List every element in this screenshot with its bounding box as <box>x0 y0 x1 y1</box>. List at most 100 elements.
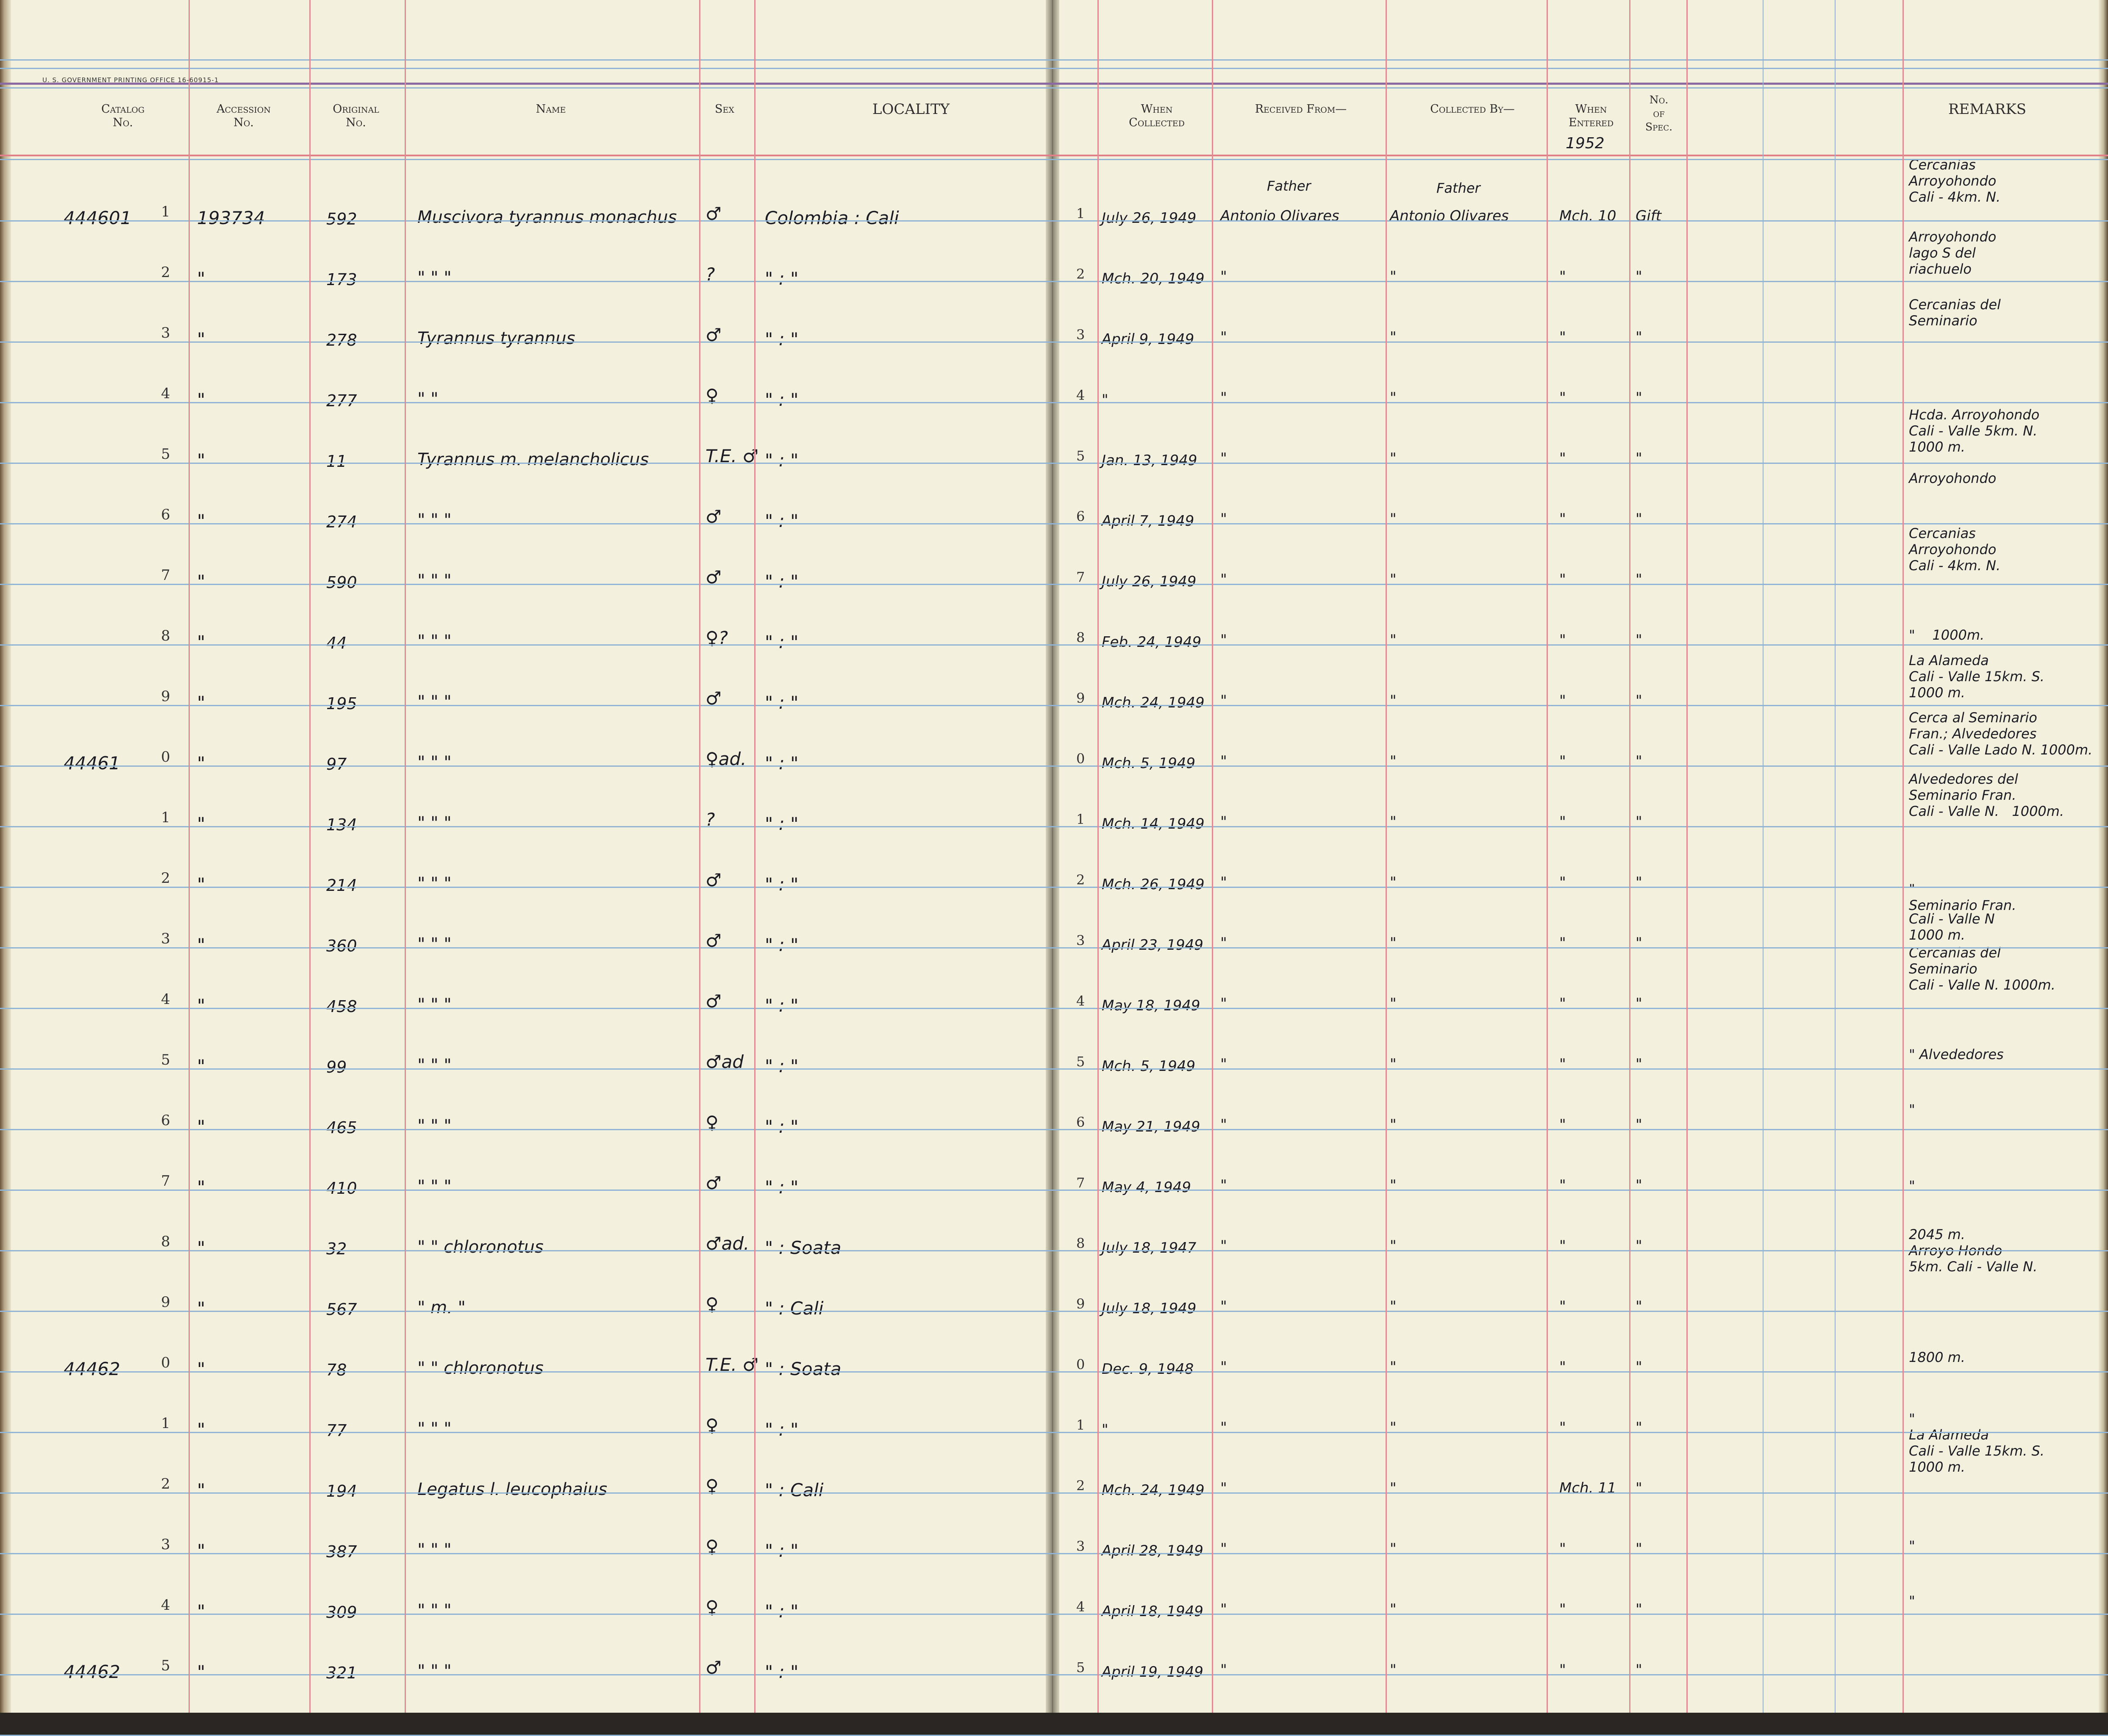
collected-by: " <box>1390 268 1397 285</box>
received-from: " <box>1220 935 1227 951</box>
catalog-prefix: 444601 <box>64 208 132 228</box>
no-of-specimens: " <box>1636 874 1642 891</box>
received-from: " <box>1220 571 1227 588</box>
received-from: " <box>1220 450 1227 467</box>
species-name: " " chloronotus <box>417 1237 544 1257</box>
remark-entry: " La Alameda Cali - Valle 15km. S. 1000 … <box>1909 1411 2044 1475</box>
remark-entry: 1800 m. <box>1909 1349 1965 1365</box>
accession-no: " <box>197 1480 206 1500</box>
column-rule <box>1386 0 1387 1713</box>
when-entered: " <box>1559 813 1566 830</box>
row-rule <box>0 887 2108 888</box>
accession-no: " <box>197 1056 206 1076</box>
header-when-collected: When Collected <box>1129 103 1185 129</box>
row-number: 2 <box>1076 1478 1085 1494</box>
no-of-specimens: " <box>1636 1056 1642 1073</box>
accession-no: " <box>197 1601 206 1622</box>
row-rule <box>0 1008 2108 1009</box>
original-no: 309 <box>326 1603 357 1622</box>
remark-entry: " <box>1909 1178 1915 1194</box>
row-number: 3 <box>1076 1538 1085 1554</box>
faint-column-rule <box>1835 0 1836 1713</box>
accession-no: " <box>197 874 206 895</box>
collected-by: " <box>1390 510 1397 527</box>
date-collected: Mch. 5, 1949 <box>1102 755 1195 772</box>
collected-by: " <box>1390 1359 1397 1375</box>
column-rule <box>189 0 190 1713</box>
species-name: " " " <box>417 632 452 651</box>
original-no: 465 <box>326 1118 357 1137</box>
species-name: " " chloronotus <box>417 1359 544 1378</box>
when-entered: " <box>1559 692 1566 709</box>
species-name: " " " <box>417 874 452 893</box>
species-name: Tyrannus tyrannus <box>417 329 575 348</box>
when-entered: " <box>1559 1359 1566 1375</box>
collected-by: " <box>1390 1177 1397 1194</box>
locality: " : " <box>765 753 799 774</box>
accession-no: " <box>197 1540 206 1561</box>
column-rule <box>754 0 755 1713</box>
original-no: 195 <box>326 694 357 713</box>
received-from: " <box>1220 1116 1227 1133</box>
when-entered: " <box>1559 753 1566 770</box>
received-from: " <box>1220 1540 1227 1557</box>
top-rule-1 <box>0 59 2108 61</box>
collected-by: " <box>1390 1237 1397 1254</box>
received-from: " <box>1220 1480 1227 1497</box>
row-rule <box>0 1371 2108 1373</box>
date-collected: July 26, 1949 <box>1102 573 1197 590</box>
when-entered: " <box>1559 1056 1566 1073</box>
date-collected: April 9, 1949 <box>1102 331 1194 348</box>
row-rule <box>0 281 2108 282</box>
original-no: 387 <box>326 1542 357 1561</box>
no-of-specimens: " <box>1636 1661 1642 1678</box>
header-top-rule <box>0 83 2108 85</box>
received-from: " <box>1220 510 1227 527</box>
received-from: " <box>1220 1419 1227 1436</box>
collected-by: " <box>1390 389 1397 406</box>
no-of-specimens: " <box>1636 1601 1642 1618</box>
species-name: " " " <box>417 1540 452 1560</box>
accession-no: " <box>197 571 206 592</box>
accession-no: " <box>197 753 206 774</box>
date-collected: Mch. 5, 1949 <box>1102 1058 1195 1075</box>
no-of-specimens: Gift <box>1636 208 1662 225</box>
header-original-no: Original No. <box>333 103 379 129</box>
species-name: " " " <box>417 935 452 954</box>
row-rule <box>0 220 2108 222</box>
when-entered: " <box>1559 874 1566 891</box>
header-bottom-rule-blue <box>0 159 2108 160</box>
original-no: 32 <box>326 1240 347 1258</box>
catalog-digit: 1 <box>161 203 170 220</box>
received-from: Antonio Olivares <box>1220 208 1339 225</box>
row-number: 3 <box>1076 932 1085 948</box>
accession-no: " <box>197 1298 206 1319</box>
accession-no: " <box>197 935 206 955</box>
received-from: " <box>1220 753 1227 770</box>
row-number: 0 <box>1076 751 1085 767</box>
original-no: 590 <box>326 573 357 592</box>
locality: " : " <box>765 813 799 834</box>
row-rule <box>0 584 2108 585</box>
when-entered: " <box>1559 1540 1566 1557</box>
remark-entry: " Alvededores <box>1909 1046 2004 1062</box>
catalog-digit: 9 <box>161 688 170 705</box>
received-from: " <box>1220 995 1227 1012</box>
catalog-digit: 3 <box>161 1536 170 1553</box>
header-name: Name <box>536 103 566 116</box>
original-no: 77 <box>326 1421 347 1440</box>
original-no: 277 <box>326 391 357 410</box>
species-name: " " " <box>417 1661 452 1681</box>
row-rule <box>0 705 2108 706</box>
row-rule <box>0 1311 2108 1312</box>
locality: " : " <box>765 329 799 349</box>
locality: " : Soata <box>765 1237 842 1258</box>
row-rule <box>0 1674 2108 1675</box>
column-rule <box>699 0 700 1713</box>
date-collected: " <box>1102 391 1108 408</box>
no-of-specimens: " <box>1636 1237 1642 1254</box>
original-no: 567 <box>326 1300 357 1319</box>
catalog-digit: 4 <box>161 385 170 402</box>
collected-by: " <box>1390 935 1397 951</box>
date-collected: Jan. 13, 1949 <box>1102 452 1197 469</box>
